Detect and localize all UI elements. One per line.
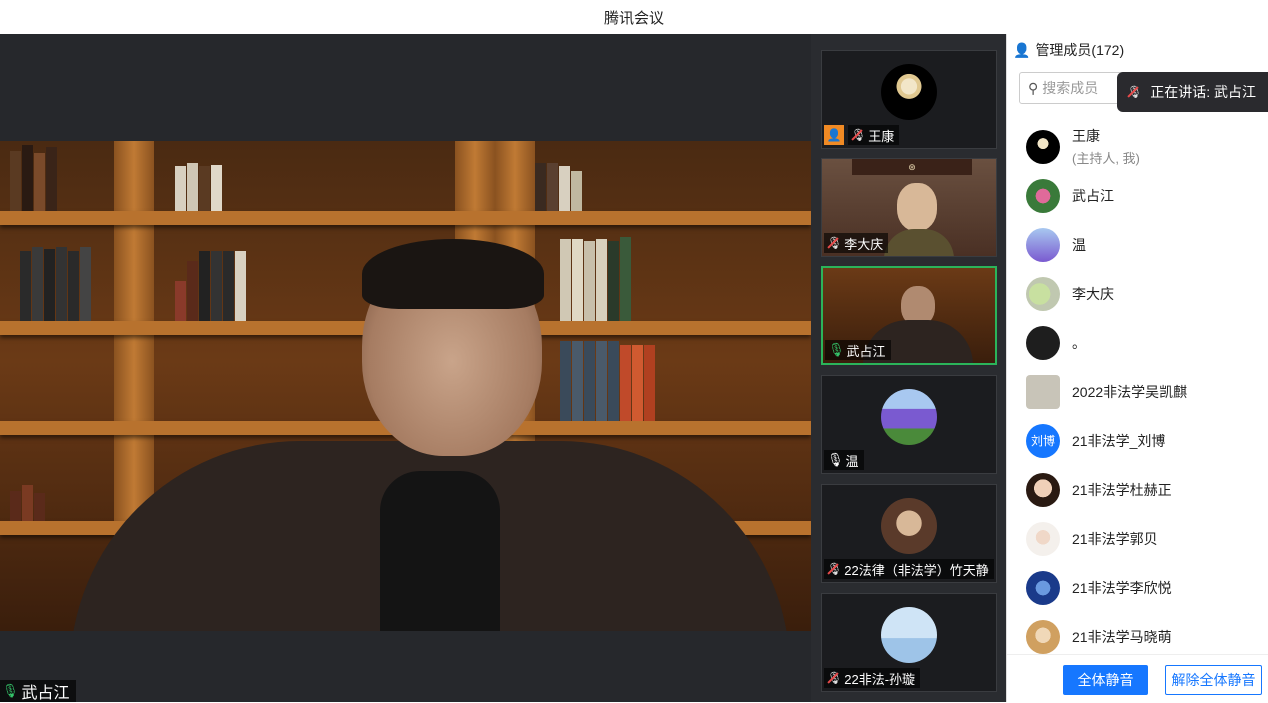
main-video-area xyxy=(0,34,811,702)
member-avatar xyxy=(1026,619,1060,654)
mic-muted-icon: 🎙 xyxy=(827,671,843,685)
unmute-all-button[interactable]: 解除全体静音 xyxy=(1165,665,1262,695)
members-panel-title: 管理成员(172) xyxy=(1035,42,1125,58)
speaking-indicator-toast: 🎙 正在讲话: 武占江 xyxy=(1117,72,1268,112)
main-video-feed xyxy=(0,141,811,631)
member-row[interactable]: 2022非法学吴凯麒 xyxy=(1007,367,1268,416)
participant-name-tag: 🎙 温 xyxy=(824,450,864,470)
member-row[interactable]: 武占江 xyxy=(1007,171,1268,220)
member-row[interactable]: 21非法学杜赫正 xyxy=(1007,465,1268,514)
members-panel: 👤 管理成员(172) ⚲ 搜索成员 🎙 正在讲话: 武占江 王康 (主持人, 我… xyxy=(1006,34,1268,702)
mute-all-button[interactable]: 全体静音 xyxy=(1063,665,1148,695)
member-avatar xyxy=(1026,570,1060,605)
member-avatar xyxy=(1026,227,1060,262)
participant-avatar xyxy=(881,607,937,663)
members-panel-footer: 全体静音 解除全体静音 xyxy=(1007,654,1268,702)
participant-thumbnail[interactable]: 🎙 温 xyxy=(821,375,997,474)
member-avatar xyxy=(1026,521,1060,556)
mic-on-icon: 🎙 xyxy=(827,452,844,467)
member-row[interactable]: 。 xyxy=(1007,318,1268,367)
member-row[interactable]: 21非法学郭贝 xyxy=(1007,514,1268,563)
member-row[interactable]: 刘博 21非法学_刘博 xyxy=(1007,416,1268,465)
participant-avatar xyxy=(881,498,937,554)
host-user-icon: 👤 xyxy=(824,125,844,145)
member-avatar xyxy=(1026,276,1060,311)
participant-thumbnail-active[interactable]: 🎙 武占江 xyxy=(821,266,997,365)
participant-avatar xyxy=(881,389,937,445)
member-avatar xyxy=(1026,374,1060,409)
member-avatar xyxy=(1026,129,1060,164)
user-icon: 👤 xyxy=(1013,41,1031,58)
mic-on-icon: 🎙 xyxy=(828,342,845,357)
member-row[interactable]: 21非法学李欣悦 xyxy=(1007,563,1268,612)
mic-on-icon: 🎙 xyxy=(2,683,19,698)
member-avatar xyxy=(1026,472,1060,507)
member-avatar: 刘博 xyxy=(1026,423,1060,458)
mic-muted-icon: 🎙 xyxy=(827,236,843,250)
books xyxy=(10,141,58,211)
mic-muted-icon: 🎙 xyxy=(827,562,843,576)
participant-thumbnail[interactable]: 👤 🎙 王康 xyxy=(821,50,997,149)
books xyxy=(560,336,656,421)
speaker-person-shirt xyxy=(380,471,500,631)
participant-avatar xyxy=(881,64,937,120)
participant-thumbnail-strip[interactable]: 👤 🎙 王康 ⊛ 🎙 李大庆 🎙 武占江 🎙 温 🎙 22法律（非法学）竹天静 … xyxy=(811,34,1006,702)
window-title-bar: 腾讯会议 xyxy=(0,0,1268,34)
participant-name-tag: 🎙 王康 xyxy=(848,125,900,145)
books xyxy=(560,236,632,321)
member-row[interactable]: 温 xyxy=(1007,220,1268,269)
participant-name-tag: 🎙 武占江 xyxy=(825,340,891,360)
background-banner: ⊛ xyxy=(852,159,972,175)
books xyxy=(20,236,92,321)
members-panel-header: 👤 管理成员(172) xyxy=(1007,34,1268,66)
main-speaker-label: 🎙 武占江 xyxy=(0,680,76,702)
window-title: 腾讯会议 xyxy=(603,9,664,27)
participant-name-tag: 🎙 22法律（非法学）竹天静 xyxy=(824,559,994,579)
participant-name-tag: 🎙 22非法-孙璇 xyxy=(824,668,921,688)
mic-muted-icon: 🎙 xyxy=(851,128,867,142)
member-row[interactable]: 王康 (主持人, 我) xyxy=(1007,122,1268,171)
member-row[interactable]: 李大庆 xyxy=(1007,269,1268,318)
participant-face xyxy=(897,183,937,231)
books xyxy=(10,441,46,521)
member-list[interactable]: 王康 (主持人, 我) 武占江 温 李大庆 。 2022非法学吴凯麒 刘博 21非… xyxy=(1007,122,1268,661)
participant-shoulders xyxy=(884,229,954,256)
participant-thumbnail[interactable]: 🎙 22非法-孙璇 xyxy=(821,593,997,692)
search-icon: ⚲ xyxy=(1028,79,1039,96)
speaking-label: 正在讲话: 武占江 xyxy=(1150,84,1257,100)
member-search-input[interactable]: ⚲ 搜索成员 xyxy=(1019,72,1129,104)
mic-muted-icon: 🎙 xyxy=(1127,85,1143,99)
speaker-person-hair xyxy=(362,239,544,309)
books xyxy=(175,241,247,321)
participant-name-tag: 🎙 李大庆 xyxy=(824,233,889,253)
member-search-placeholder: 搜索成员 xyxy=(1042,80,1099,96)
bookshelf-shelf xyxy=(0,211,811,225)
books xyxy=(535,141,583,211)
member-avatar xyxy=(1026,178,1060,213)
main-speaker-name: 武占江 xyxy=(21,685,70,702)
participant-thumbnail[interactable]: 🎙 22法律（非法学）竹天静 xyxy=(821,484,997,583)
books xyxy=(175,141,223,211)
member-avatar xyxy=(1026,325,1060,360)
participant-thumbnail[interactable]: ⊛ 🎙 李大庆 xyxy=(821,158,997,257)
